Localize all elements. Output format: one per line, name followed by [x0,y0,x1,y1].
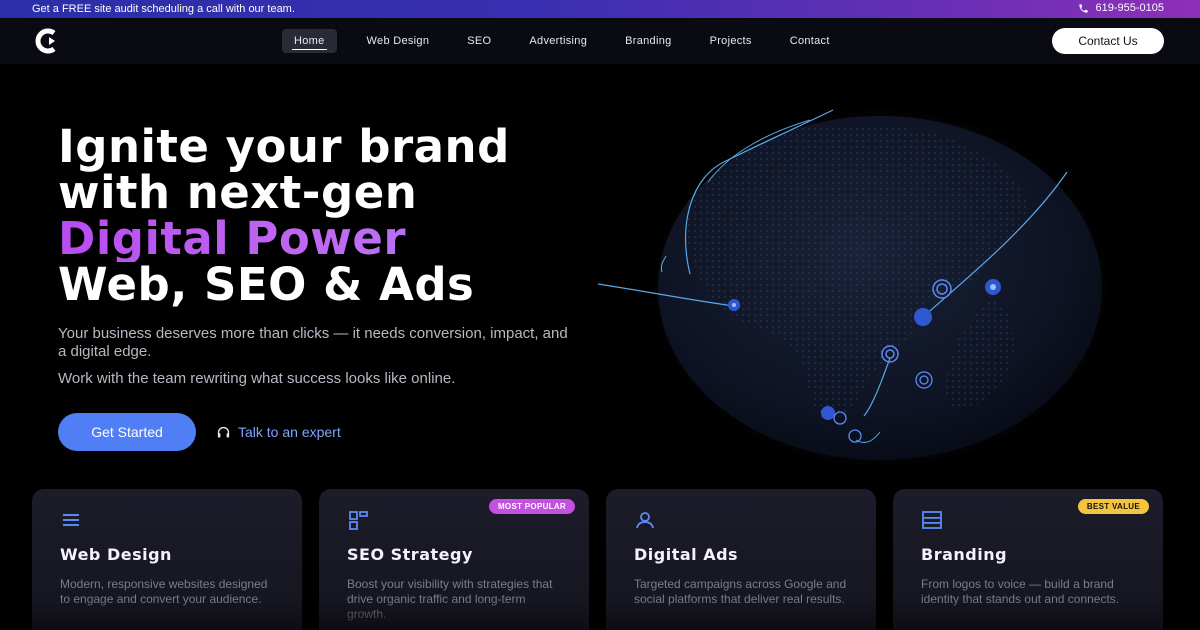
nav-item-advertising[interactable]: Advertising [521,29,595,53]
service-card-digital-ads[interactable]: Digital Ads Targeted campaigns across Go… [606,489,876,630]
nav-item-home[interactable]: Home [282,29,337,53]
card-title: Digital Ads [634,545,739,564]
nav-item-web-design[interactable]: Web Design [359,29,438,53]
nav-item-projects[interactable]: Projects [702,29,760,53]
nav-item-contact[interactable]: Contact [782,29,838,53]
headphones-icon [217,426,230,437]
hero-title-line-2: with next-gen [58,166,418,219]
nav-item-branding[interactable]: Branding [617,29,679,53]
hero-title-line-1: Ignite your brand [58,120,510,173]
most-popular-badge: MOST POPULAR [488,499,575,514]
menu-lines-icon [63,514,79,526]
hero-title: Ignite your brand with next-gen Digital … [58,124,618,308]
hero-subtitle: Your business deserves more than clicks … [58,325,568,360]
phone-icon [1079,3,1089,13]
hero-title-highlight: Digital Power [58,216,618,262]
layers-icon [922,511,942,529]
phone-number: 619-955-0105 [1095,2,1164,14]
card-title: Web Design [60,545,172,564]
hero-title-line-4: Web, SEO & Ads [58,258,475,311]
user-icon [636,512,654,529]
nav-menu: Home Web Design SEO Advertising Branding… [282,29,860,53]
talk-to-expert-label: Talk to an expert [238,424,341,440]
talk-to-expert-link[interactable]: Talk to an expert [216,424,341,440]
c-logo-icon[interactable] [34,28,64,54]
announcement-text: Get a FREE site audit scheduling a call … [32,3,295,15]
best-value-badge: BEST VALUE [1077,499,1149,514]
service-card-web-design[interactable]: Web Design Modern, responsive websites d… [32,489,302,630]
get-started-button[interactable]: Get Started [58,413,196,451]
announcement-bar: Get a FREE site audit scheduling a call … [0,0,1200,18]
grid-squares-icon [349,511,368,530]
service-card-branding[interactable]: BEST VALUE Branding From logos to voice … [893,489,1163,630]
card-title: Branding [921,545,1008,564]
card-title: SEO Strategy [347,545,473,564]
hero-subtitle-2: Work with the team rewriting what succes… [58,370,456,387]
phone-link[interactable]: 619-955-0105 [1078,2,1164,14]
globe-illustration [597,102,1116,474]
nav-item-seo[interactable]: SEO [459,29,499,53]
main-navbar: Home Web Design SEO Advertising Branding… [0,18,1200,64]
service-card-seo-strategy[interactable]: MOST POPULAR SEO Strategy Boost your vis… [319,489,589,630]
contact-us-button[interactable]: Contact Us [1052,28,1164,54]
